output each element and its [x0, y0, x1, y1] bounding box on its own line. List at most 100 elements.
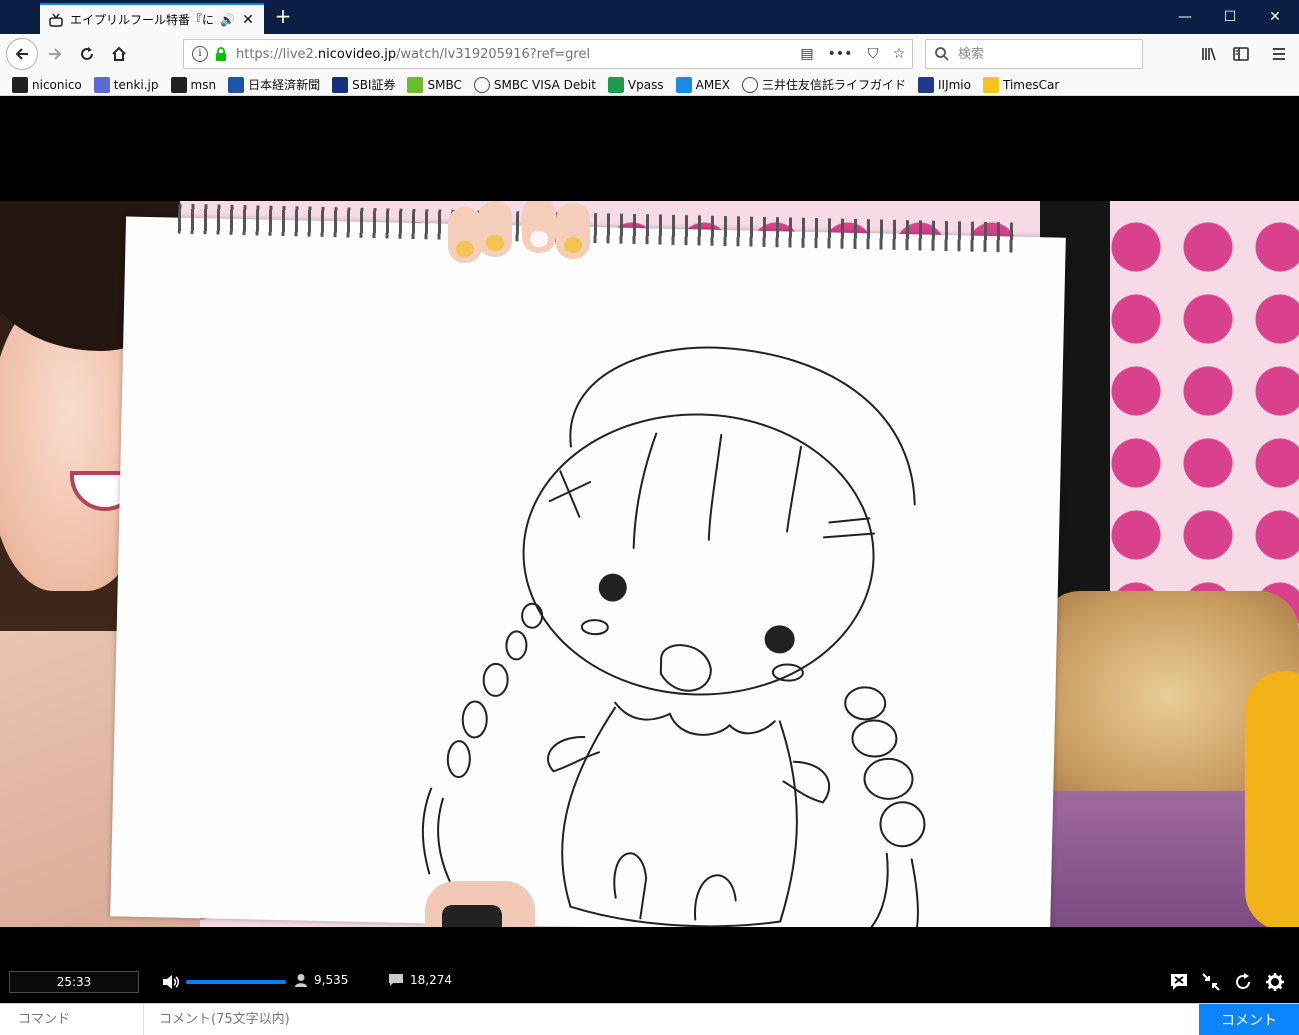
hamburger-menu-icon: [1273, 48, 1285, 60]
amex-icon: [675, 76, 692, 93]
url-path: /watch/lv319205916?ref=grel: [396, 46, 591, 62]
niconico-favicon-icon: [48, 12, 64, 28]
sbi-icon: [332, 76, 349, 93]
bookmark-item[interactable]: TimesCar: [982, 76, 1060, 93]
comment-count: 18,274: [388, 973, 452, 987]
search-bar[interactable]: [925, 39, 1143, 69]
reader-view-icon[interactable]: ▤: [794, 46, 820, 62]
bookmark-item[interactable]: SMBC VISA Debit: [473, 76, 596, 93]
bookmark-item[interactable]: SBI証券: [332, 76, 395, 93]
comment-bar: コメント: [0, 1003, 1299, 1035]
bookmark-item[interactable]: SMBC: [407, 76, 462, 93]
microphone: [442, 905, 502, 927]
tab-strip: エイプリルフール特番『にこにこみ 🔊 ✕ + — ☐ ✕: [0, 0, 1299, 34]
bookmark-item[interactable]: 三井住友信託ライフガイド: [741, 76, 906, 93]
search-input[interactable]: [958, 46, 1128, 62]
video-player[interactable]: [0, 97, 1299, 965]
msn-icon: [170, 76, 187, 93]
forward-arrow-icon: [49, 48, 62, 60]
bookmark-label: SBI証券: [352, 78, 396, 92]
nav-bar: i https://live2.nicovideo.jp/watch/lv319…: [0, 34, 1299, 74]
sketchbook: [110, 203, 1066, 927]
volume-icon[interactable]: [160, 972, 180, 992]
globe-icon: [473, 76, 490, 93]
sidebar-icon: [1233, 47, 1249, 61]
settings-gear-icon[interactable]: [1265, 972, 1285, 992]
bookmark-label: SMBC: [427, 77, 462, 92]
back-arrow-icon: [15, 48, 28, 60]
url-domain: nicovideo.jp: [317, 46, 397, 62]
menu-button[interactable]: [1264, 39, 1294, 69]
elapsed-time: 25:33: [9, 971, 139, 993]
bookmark-label: IIJmio: [938, 77, 971, 92]
comment-toggle-icon[interactable]: [1169, 972, 1189, 992]
bookmark-label: AMEX: [695, 77, 730, 92]
bookmark-item[interactable]: Vpass: [607, 76, 664, 93]
bookmark-label: TimesCar: [1002, 77, 1060, 92]
yellow-object: [1245, 671, 1299, 927]
reload-button[interactable]: [72, 39, 102, 69]
bookmark-item[interactable]: tenki.jp: [93, 76, 159, 93]
bookmark-label: tenki.jp: [113, 77, 159, 92]
url-text[interactable]: https://live2.nicovideo.jp/watch/lv31920…: [236, 47, 794, 62]
command-input[interactable]: [0, 1004, 144, 1035]
video-frame[interactable]: [0, 201, 1299, 927]
comment-input[interactable]: [145, 1004, 1199, 1035]
smbc-icon: [407, 76, 424, 93]
minimize-icon[interactable]: —: [1162, 0, 1208, 34]
home-button[interactable]: [104, 39, 134, 69]
person-icon: [295, 974, 307, 987]
bookmarks-toolbar: niconico tenki.jp msn 日本経済新聞 SBI証券 SMBC SMBC V…: [0, 74, 1299, 96]
tab-title: エイプリルフール特番『にこにこみ: [70, 13, 216, 27]
search-icon: [935, 47, 949, 61]
forward-button[interactable]: [40, 39, 70, 69]
bookmark-label: SMBC VISA Debit: [493, 77, 596, 92]
bookmark-item[interactable]: AMEX: [675, 76, 730, 93]
bookmark-label: 三井住友信託ライフガイド: [761, 78, 906, 92]
sidebar-button[interactable]: [1226, 39, 1256, 69]
nikkei-icon: [228, 76, 245, 93]
comment-count-value: 18,274: [410, 973, 452, 987]
bookmark-item[interactable]: IIJmio: [918, 76, 971, 93]
lock-icon[interactable]: [214, 47, 228, 61]
comment-submit-button[interactable]: コメント: [1199, 1004, 1299, 1035]
close-icon[interactable]: ✕: [1252, 0, 1298, 34]
bookmark-label: niconico: [32, 77, 82, 92]
holding-fingers: [448, 201, 608, 267]
bookmark-item[interactable]: niconico: [12, 76, 82, 93]
refresh-icon[interactable]: [1233, 972, 1253, 992]
reload-icon: [81, 47, 93, 60]
maximize-icon[interactable]: ☐: [1207, 0, 1253, 34]
niconico-icon: [12, 76, 28, 93]
bookmark-label: Vpass: [627, 77, 664, 92]
back-button[interactable]: [6, 38, 38, 70]
page-actions-icon[interactable]: •••: [820, 46, 860, 62]
viewer-count: 9,535: [294, 973, 348, 987]
tab-active[interactable]: エイプリルフール特番『にこにこみ 🔊 ✕: [40, 3, 264, 34]
vpass-icon: [607, 76, 624, 93]
bookmark-item[interactable]: msn: [170, 76, 217, 93]
player-controls: 25:33 9,535 18,274: [0, 965, 1299, 1003]
character-drawing: [421, 346, 926, 927]
tenki-icon: [93, 76, 110, 93]
info-icon[interactable]: i: [192, 46, 208, 62]
new-tab-button[interactable]: +: [272, 6, 294, 28]
pocket-icon[interactable]: ⛉: [860, 46, 886, 62]
comment-bubble-icon: [389, 974, 403, 986]
viewer-count-value: 9,535: [314, 973, 349, 987]
volume-slider[interactable]: [186, 980, 286, 984]
url-prefix: https://live2.: [236, 46, 318, 62]
iijmio-icon: [918, 76, 934, 93]
bookmark-label: 日本経済新聞: [248, 78, 321, 92]
globe-icon: [741, 76, 758, 93]
library-button[interactable]: [1194, 39, 1224, 69]
url-bar[interactable]: i https://live2.nicovideo.jp/watch/lv319…: [183, 39, 913, 69]
timescar-icon: [982, 76, 999, 93]
bookmark-item[interactable]: 日本経済新聞: [228, 76, 320, 93]
exit-fullscreen-icon[interactable]: [1201, 972, 1221, 992]
library-icon: [1202, 47, 1216, 61]
speaker-icon[interactable]: 🔊: [220, 13, 236, 27]
bookmark-star-icon[interactable]: ☆: [886, 46, 912, 62]
close-tab-icon[interactable]: ✕: [240, 12, 256, 28]
bookmark-label: msn: [190, 77, 217, 92]
